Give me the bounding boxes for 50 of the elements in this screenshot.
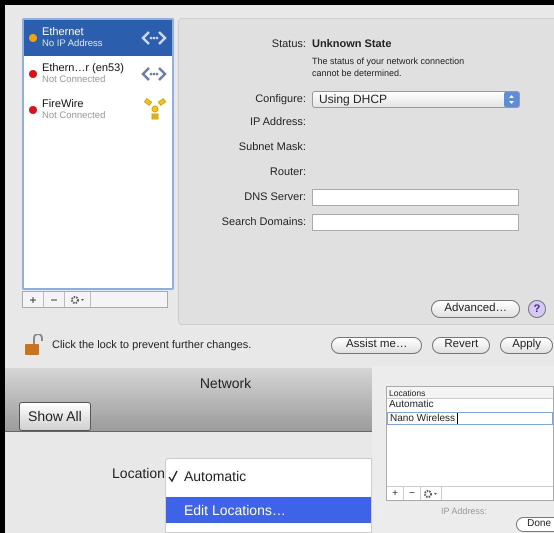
faded-label: IP Address:: [441, 505, 488, 518]
service-name: Ethernet: [42, 26, 85, 38]
advanced-button[interactable]: Advanced…: [431, 300, 520, 318]
remove-button[interactable]: −: [44, 292, 65, 307]
configure-label: Configure:: [254, 92, 307, 107]
status-value: Unknown State: [312, 37, 392, 52]
checkmark-icon: [168, 470, 178, 482]
service-status: Not Connected: [42, 110, 106, 122]
status-description: The status of your network connection cannot be determined.: [312, 54, 466, 78]
lock-message: Click the lock to prevent further changes.: [52, 338, 252, 353]
footer-button[interactable]: Assist me…: [331, 336, 422, 354]
menu-item[interactable]: Automatic: [166, 463, 371, 489]
remove-button[interactable]: −: [404, 487, 421, 500]
column-header: Locations: [387, 387, 553, 399]
field-label: DNS Server:: [243, 190, 307, 206]
field-label: Router:: [268, 165, 307, 180]
service-item[interactable]: Ethernet No IP Address: [24, 20, 172, 56]
ethernet-icon: [141, 30, 167, 46]
field-label: IP Address:: [248, 115, 307, 130]
gear-icon: [424, 490, 438, 498]
location-row[interactable]: Automatic: [387, 399, 553, 412]
status-label: Status:: [270, 37, 307, 52]
action-menu-button[interactable]: [421, 487, 442, 500]
add-button[interactable]: +: [387, 487, 404, 500]
service-name: Ethern…r (en53): [42, 62, 125, 74]
text-field[interactable]: [312, 189, 519, 206]
service-item[interactable]: FireWire Not Connected: [24, 92, 172, 128]
add-button[interactable]: +: [23, 292, 44, 307]
done-button[interactable]: Done: [516, 516, 554, 532]
service-status: Not Connected: [42, 74, 106, 86]
field-label: Subnet Mask:: [238, 140, 307, 156]
ethernet-icon: [141, 66, 167, 82]
service-status: No IP Address: [42, 38, 104, 50]
location-label: Location: [112, 464, 165, 483]
field-label: Search Domains:: [220, 215, 307, 230]
configure-dropdown[interactable]: Using DHCP: [312, 90, 520, 108]
menu-item[interactable]: Edit Locations…: [166, 497, 371, 523]
footer-button[interactable]: Apply: [500, 336, 553, 354]
footer-button[interactable]: Revert: [432, 336, 490, 354]
service-item[interactable]: Ethern…r (en53) Not Connected: [24, 56, 172, 92]
service-name: FireWire: [42, 98, 85, 110]
gear-icon: [70, 296, 84, 304]
stepper-icon: [504, 92, 519, 106]
location-row[interactable]: Nano Wireless: [387, 412, 553, 425]
window-title: Network: [198, 374, 252, 393]
help-button[interactable]: ?: [528, 300, 546, 318]
padlock-icon: [24, 334, 44, 356]
show-all-button[interactable]: Show All: [19, 402, 91, 431]
firewire-icon: [143, 98, 167, 122]
text-field[interactable]: [312, 214, 519, 231]
